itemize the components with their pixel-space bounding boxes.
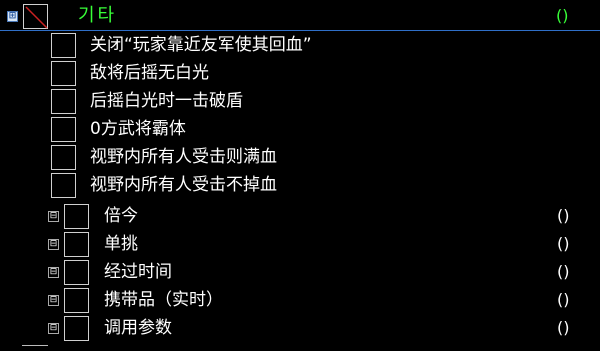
cheat-checkbox[interactable] <box>51 173 76 198</box>
group-label: 倍今 <box>104 206 138 226</box>
cheat-label: 视野内所有人受击不掉血 <box>90 175 277 195</box>
cheat-label: 视野内所有人受击则满血 <box>90 147 277 167</box>
cheat-label: 后摇白光时一击破盾 <box>90 91 243 111</box>
collapse-minus-icon[interactable]: ⊟ <box>48 239 59 250</box>
expand-plus-icon[interactable]: ⊞ <box>7 11 18 22</box>
group-checkbox[interactable] <box>64 204 89 229</box>
cheat-label: 关闭“玩家靠近友军使其回血” <box>90 35 312 55</box>
header-label: 기타 <box>78 5 118 26</box>
group-label: 携带品（实时） <box>104 290 223 310</box>
collapse-minus-icon[interactable]: ⊟ <box>48 295 59 306</box>
cheat-row[interactable]: 视野内所有人受击不掉血 <box>0 172 600 200</box>
cheat-row[interactable]: 敌将后摇无白光 <box>0 60 600 88</box>
collapse-minus-icon[interactable]: ⊟ <box>48 323 59 334</box>
cheat-checkbox[interactable] <box>51 89 76 114</box>
group-checkbox[interactable] <box>64 232 89 257</box>
collapse-minus-icon[interactable]: ⊟ <box>48 211 59 222</box>
group-row[interactable]: ⊟ 经过时间 () <box>0 260 600 288</box>
group-row[interactable]: ⊟ 单挑 () <box>0 232 600 260</box>
group-label: 单挑 <box>104 234 138 254</box>
group-row[interactable]: ⊟ 倍今 () <box>0 204 600 232</box>
red-cross-icon <box>25 6 48 29</box>
cheat-checkbox[interactable] <box>51 117 76 142</box>
cheat-label: 0方武将霸体 <box>90 119 186 139</box>
group-value: () <box>557 318 570 337</box>
group-checkbox[interactable] <box>64 316 89 341</box>
cheat-row[interactable]: 关闭“玩家靠近友军使其回血” <box>0 32 600 60</box>
group-checkbox[interactable] <box>64 260 89 285</box>
cheat-row[interactable]: 0方武将霸体 <box>0 116 600 144</box>
group-value: () <box>557 234 570 253</box>
group-label: 经过时间 <box>104 262 172 282</box>
cheat-checkbox[interactable] <box>51 61 76 86</box>
cheat-row[interactable]: 后摇白光时一击破盾 <box>0 88 600 116</box>
cheat-label: 敌将后摇无白光 <box>90 63 209 83</box>
group-header-row[interactable]: ⊞ 기타 () <box>0 2 600 31</box>
next-row-fragment <box>22 345 48 351</box>
cheat-table-tree: ⊞ 기타 () 关闭“玩家靠近友军使其回血” 敌将后摇无白光 后摇白光时一击破盾… <box>0 0 600 350</box>
cheat-checkbox[interactable] <box>51 33 76 58</box>
group-row[interactable]: ⊟ 调用参数 () <box>0 316 600 344</box>
disabled-checkbox[interactable] <box>23 4 48 29</box>
cheat-row[interactable]: 视野内所有人受击则满血 <box>0 144 600 172</box>
group-value: () <box>557 290 570 309</box>
group-label: 调用参数 <box>104 318 172 338</box>
group-value: () <box>557 206 570 225</box>
group-row[interactable]: ⊟ 携带品（实时） () <box>0 288 600 316</box>
collapse-minus-icon[interactable]: ⊟ <box>48 267 59 278</box>
group-checkbox[interactable] <box>64 288 89 313</box>
cheat-checkbox[interactable] <box>51 145 76 170</box>
group-value: () <box>557 262 570 281</box>
header-value: () <box>556 6 569 25</box>
